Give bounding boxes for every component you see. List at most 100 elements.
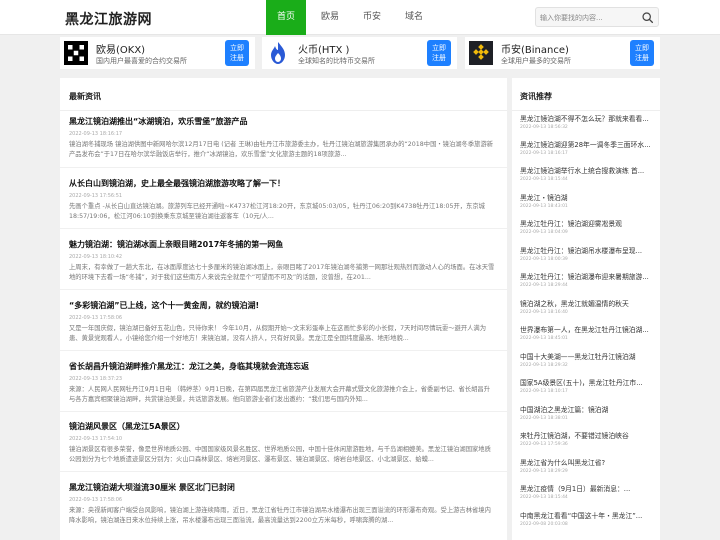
list-item-title[interactable]: 黑龙江疫情（9月1日）最新消息：... — [520, 484, 656, 494]
article-summary: 来源：央视新闻客户端受台风影响，镜泊湖上游连续降雨，近日，黑龙江省牡丹江市镜泊湖… — [69, 507, 491, 524]
exchange-card-binance: 币安(Binance) 全球用户最多的交易所 立即 注册 — [465, 37, 660, 69]
list-item: 中南黑龙江看看“中国这十年・黑龙江”... 2022-09-08 20:03:0… — [520, 511, 656, 528]
register-button-htx[interactable]: 立即 注册 — [427, 40, 451, 66]
search-box — [535, 7, 659, 27]
article-title[interactable]: 黑龙江镜泊湖大坝溢流30厘米 景区北门已封闭 — [69, 482, 496, 493]
article-summary: 来源：人民网人民网牡丹江9月1日电 （韩婷茎）9月1日晚，在第四届黑龙江省旅游产… — [69, 386, 491, 403]
article-divider — [60, 228, 507, 229]
search-input[interactable] — [540, 12, 640, 23]
list-item: 黑龙江・镜泊湖 2022-09-13 18:43:01 — [520, 193, 656, 210]
register-label-1: 立即 — [230, 44, 244, 52]
register-button-binance[interactable]: 立即 注册 — [630, 40, 654, 66]
exchange-name: 欧易(OKX) — [96, 45, 146, 56]
article-divider — [60, 411, 507, 412]
section-divider — [60, 110, 507, 111]
list-item-title[interactable]: 黑龙江牡丹江：镜泊湖迎雾凇景观 — [520, 219, 656, 229]
search-icon[interactable] — [641, 11, 654, 24]
list-item-title[interactable]: 镜泊湖之秋，黑龙江就媚温情的秋天 — [520, 299, 656, 309]
list-item-title[interactable]: 来牡丹江镜泊湖，不要错过镜泊峡谷 — [520, 431, 656, 441]
section-divider — [512, 110, 660, 111]
section-title: 最新资讯 — [69, 92, 101, 101]
article-title[interactable]: 省长胡昌升镜泊湖畔推介黑龙江：龙江之美，身临其境就会流连忘返 — [69, 361, 496, 372]
article-summary: 镜泊湖景区有很多荣誉，像是世界地质公园、中国国家级风景名胜区、世界地质公园，中国… — [69, 446, 491, 463]
list-item-title[interactable]: 国家5A级景区(五十)，黑龙江牡丹江市... — [520, 378, 656, 388]
list-item: 国家5A级景区(五十)，黑龙江牡丹江市... 2022-09-13 18:10:… — [520, 378, 656, 395]
exchange-name: 币安(Binance) — [501, 45, 569, 56]
list-item: 黑龙江牡丹江：镜泊湖瀑布迎来暑期旅游... 2022-09-13 18:29:4… — [520, 272, 656, 289]
list-item-title[interactable]: 黑龙江省为什么叫黑龙江省? — [520, 458, 656, 468]
nav-item-binance[interactable]: 币安 — [352, 0, 392, 35]
article-divider — [60, 289, 507, 290]
list-item: 黑龙江镜泊湖迎第28年一调冬季三面环水... 2022-09-13 18:16:… — [520, 140, 656, 157]
main-nav: 首页 欧易 币安 域名 — [266, 0, 434, 35]
article-item: 魅力镜泊湖：镜泊湖冰面上亲眼目睹2017年冬捕的第一网鱼 2022-09-13 … — [69, 239, 496, 283]
nav-item-home[interactable]: 首页 — [266, 0, 307, 35]
list-item: 黑龙江镜泊湖举行水上统合搜救演练 首... 2022-09-13 18:15:4… — [520, 166, 656, 183]
exchange-desc: 全球用户最多的交易所 — [501, 57, 571, 65]
recommended-panel: 资讯推荐 黑龙江镜泊湖不得不怎么玩？那就来看看... 2022-09-13 18… — [512, 78, 660, 540]
list-item-title[interactable]: 黑龙江镜泊湖不得不怎么玩？那就来看看... — [520, 114, 656, 124]
list-item-title[interactable]: 中国十大美湖——黑龙江牡丹江镜泊湖 — [520, 352, 656, 362]
article-time: 2022-09-13 17:54:10 — [69, 436, 123, 442]
register-label-2: 注册 — [432, 54, 446, 62]
site-logo[interactable]: 黑龙江旅游网 — [65, 9, 152, 29]
list-item-title[interactable]: 黑龙江牡丹江：镜泊湖吊水楼瀑布呈现... — [520, 246, 656, 256]
list-item-title[interactable]: 中南黑龙江看看“中国这十年・黑龙江”... — [520, 511, 656, 521]
article-title[interactable]: 黑龙江镜泊湖推出“冰湖镜泊，欢乐雪堡”旅游产品 — [69, 116, 496, 127]
list-item: 世界瀑布第一人，在黑龙江牡丹江镜泊湖... 2022-09-13 18:45:0… — [520, 325, 656, 342]
article-time: 2022-09-13 17:58:06 — [69, 497, 123, 503]
register-label-1: 立即 — [635, 44, 649, 52]
article-item: 镜泊湖风景区（黑龙江5A景区） 2022-09-13 17:54:10 镜泊湖景… — [69, 421, 496, 465]
list-item-title[interactable]: 世界瀑布第一人，在黑龙江牡丹江镜泊湖... — [520, 325, 656, 335]
list-item: 黑龙江牡丹江：镜泊湖吊水楼瀑布呈现... 2022-09-13 18:00:39 — [520, 246, 656, 263]
article-time: 2022-09-13 18:16:17 — [69, 131, 123, 137]
exchange-desc: 国内用户最喜爱的合约交易所 — [96, 57, 187, 65]
list-item-time: 2022-09-13 18:00:39 — [520, 257, 568, 262]
list-item-title[interactable]: 中国湖泊之黑龙江篇：镜泊湖 — [520, 405, 656, 415]
binance-logo-icon — [469, 41, 493, 65]
list-item-time: 2022-09-13 18:04:09 — [520, 230, 568, 235]
list-item-title[interactable]: 黑龙江牡丹江：镜泊湖瀑布迎来暑期旅游... — [520, 272, 656, 282]
article-summary: 先画个重点 -从长白山直达镜泊湖。旅游列车已经开通啦~K4737松江河18:20… — [69, 203, 485, 220]
htx-logo-icon — [271, 42, 285, 64]
article-title[interactable]: 魅力镜泊湖：镜泊湖冰面上亲眼目睹2017年冬捕的第一网鱼 — [69, 239, 496, 250]
register-label-2: 注册 — [635, 54, 649, 62]
article-title[interactable]: “多彩镜泊湖”已上线，这个十一黄金周，就约镜泊湖! — [69, 300, 496, 311]
list-item: 黑龙江牡丹江：镜泊湖迎雾凇景观 2022-09-13 18:04:09 — [520, 219, 656, 236]
list-item-time: 2022-09-13 18:29:32 — [520, 363, 568, 368]
list-item-time: 2022-09-13 17:59:36 — [520, 442, 568, 447]
exchange-desc: 全球知名的比特币交易所 — [298, 57, 375, 65]
article-time: 2022-09-13 17:56:51 — [69, 193, 123, 199]
site-header: 黑龙江旅游网 首页 欧易 币安 域名 — [0, 0, 720, 35]
list-item-title[interactable]: 黑龙江镜泊湖迎第28年一调冬季三面环水... — [520, 140, 656, 150]
nav-item-domain[interactable]: 域名 — [394, 0, 434, 35]
list-item-time: 2022-09-13 18:15:44 — [520, 177, 568, 182]
list-item-time: 2022-09-13 18:10:17 — [520, 389, 568, 394]
list-item-time: 2022-09-13 18:56:32 — [520, 125, 568, 130]
list-item: 黑龙江省为什么叫黑龙江省? 2022-09-13 18:29:29 — [520, 458, 656, 475]
article-title[interactable]: 镜泊湖风景区（黑龙江5A景区） — [69, 421, 496, 432]
list-item-title[interactable]: 黑龙江镜泊湖举行水上统合搜救演练 首... — [520, 166, 656, 176]
article-item: 黑龙江镜泊湖推出“冰湖镜泊，欢乐雪堡”旅游产品 2022-09-13 18:16… — [69, 116, 496, 160]
list-item-title[interactable]: 黑龙江・镜泊湖 — [520, 193, 656, 203]
section-title: 资讯推荐 — [520, 92, 552, 101]
list-item-time: 2022-09-13 18:16:40 — [520, 310, 568, 315]
article-summary: 镜泊湖冬捕现场 镜泊湖供图中新网哈尔滨12月17日电 (记者 王琳)由牡丹江市旅… — [69, 141, 494, 158]
exchange-card-htx: 火币(HTX ) 全球知名的比特币交易所 立即 注册 — [262, 37, 457, 69]
article-title[interactable]: 从长白山到镜泊湖，史上最全最强镜泊湖旅游攻略了解一下！ — [69, 178, 496, 189]
exchange-card-okx: 欧易(OKX) 国内用户最喜爱的合约交易所 立即 注册 — [60, 37, 255, 69]
register-button-okx[interactable]: 立即 注册 — [225, 40, 249, 66]
list-item: 来牡丹江镜泊湖，不要错过镜泊峡谷 2022-09-13 17:59:36 — [520, 431, 656, 448]
article-time: 2022-09-13 18:37:23 — [69, 376, 123, 382]
list-item-time: 2022-09-13 18:38:01 — [520, 416, 568, 421]
latest-news-panel: 最新资讯 黑龙江镜泊湖推出“冰湖镜泊，欢乐雪堡”旅游产品 2022-09-13 … — [60, 78, 507, 540]
list-item-time: 2022-09-13 18:16:17 — [520, 151, 568, 156]
article-summary: 又是一年国庆假，镜泊湖已备好五花山色，只待你来！ 今年10月，从假期开始～文末彩… — [69, 325, 487, 342]
list-item: 黑龙江镜泊湖不得不怎么玩？那就来看看... 2022-09-13 18:56:3… — [520, 114, 656, 131]
exchange-name: 火币(HTX ) — [298, 45, 350, 56]
register-label-1: 立即 — [432, 44, 446, 52]
nav-item-okx[interactable]: 欧易 — [310, 0, 350, 35]
list-item-time: 2022-09-13 18:15:44 — [520, 495, 568, 500]
list-item-time: 2022-09-13 18:45:01 — [520, 336, 568, 341]
article-item: 黑龙江镜泊湖大坝溢流30厘米 景区北门已封闭 2022-09-13 17:58:… — [69, 482, 496, 526]
